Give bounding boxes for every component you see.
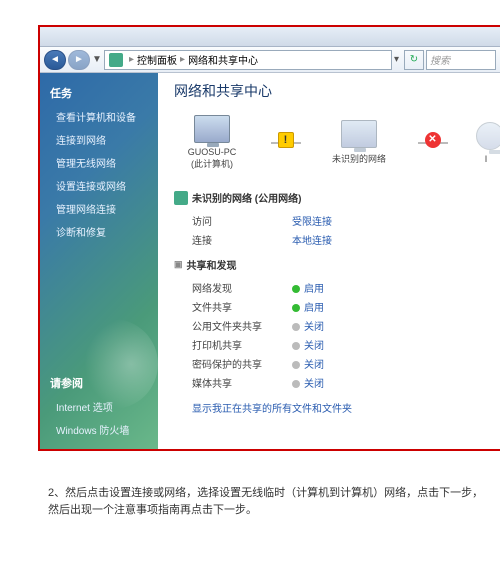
window-titlebar [40,27,500,47]
chevron-right-icon: ▸ [129,54,134,65]
pc-name: GUOSU-PC [182,147,242,157]
seealso-heading: 请参阅 [40,371,158,395]
sidebar-item-devices[interactable]: 查看计算机和设备 [40,105,158,128]
sharing-heading: ▣ 共享和发现 [174,257,492,272]
sidebar-item-diagnose[interactable]: 诊断和修复 [40,220,158,243]
document-text: 2、然后点击设置连接或网络，选择设置无线临时（计算机到计算机）网络，点击下一步，… [48,485,490,518]
network-status-icon [174,191,188,205]
collapse-icon[interactable]: ▣ [174,259,183,270]
sidebar-item-setup[interactable]: 设置连接或网络 [40,174,158,197]
breadcrumb[interactable]: ▸ 控制面板 ▸ 网络和共享中心 [104,50,392,70]
seealso-internet-options[interactable]: Internet 选项 [40,395,158,418]
sidebar-item-manage[interactable]: 管理网络连接 [40,197,158,220]
access-row: 访问受限连接 [174,211,492,230]
internet-name: I [476,154,496,164]
main-content: 网络和共享中心 GUOSU-PC (此计算机) ! 未识别的网络 ✕ [158,73,500,449]
map-pc-node[interactable]: GUOSU-PC (此计算机) [182,115,242,170]
status-dot-icon [292,323,300,331]
network-map: GUOSU-PC (此计算机) ! 未识别的网络 ✕ I [174,115,500,182]
warning-icon: ! [278,132,294,148]
seealso-firewall[interactable]: Windows 防火墙 [40,418,158,441]
show-shared-link[interactable]: 显示我正在共享的所有文件和文件夹 [174,400,500,415]
share-row[interactable]: 媒体共享关闭 [174,373,492,392]
sidebar: 任务 查看计算机和设备 连接到网络 管理无线网络 设置连接或网络 管理网络连接 … [40,73,158,449]
refresh-button[interactable]: ↻ [404,50,424,70]
breadcrumb-item[interactable]: 控制面板 [137,52,177,67]
pc-icon [194,115,230,143]
share-row[interactable]: 打印机共享关闭 [174,335,492,354]
unknown-network-heading: 未识别的网络 (公用网络) [174,190,492,205]
toolbar: ◄ ► ▼ ▸ 控制面板 ▸ 网络和共享中心 ▾ ↻ 搜索 [40,47,500,73]
share-row[interactable]: 公用文件夹共享关闭 [174,316,492,335]
search-input[interactable]: 搜索 [426,50,496,70]
network-name: 未识别的网络 [329,152,389,165]
sidebar-item-wireless[interactable]: 管理无线网络 [40,151,158,174]
forward-button[interactable]: ► [68,50,90,70]
breadcrumb-item[interactable]: 网络和共享中心 [188,52,258,67]
globe-icon [476,122,500,150]
path-dropdown[interactable]: ▾ [394,54,404,65]
control-panel-icon [109,53,123,67]
status-dot-icon [292,361,300,369]
tasks-heading: 任务 [40,81,158,105]
share-row[interactable]: 密码保护的共享关闭 [174,354,492,373]
network-icon [341,120,377,148]
connection-line: ✕ [418,142,448,144]
pc-sub: (此计算机) [182,157,242,170]
share-row[interactable]: 文件共享启用 [174,297,492,316]
status-dot-icon [292,285,300,293]
map-network-node[interactable]: 未识别的网络 [329,120,389,165]
connection-line: ! [271,142,301,144]
connection-row: 连接本地连接 [174,230,492,249]
back-button[interactable]: ◄ [44,50,66,70]
status-dot-icon [292,380,300,388]
status-dot-icon [292,304,300,312]
history-dropdown[interactable]: ▼ [92,54,102,65]
sidebar-item-connect[interactable]: 连接到网络 [40,128,158,151]
status-dot-icon [292,342,300,350]
error-icon: ✕ [425,132,441,148]
chevron-right-icon: ▸ [180,54,185,65]
page-title: 网络和共享中心 [174,81,500,101]
share-row[interactable]: 网络发现启用 [174,278,492,297]
map-internet-node[interactable]: I [476,122,496,164]
